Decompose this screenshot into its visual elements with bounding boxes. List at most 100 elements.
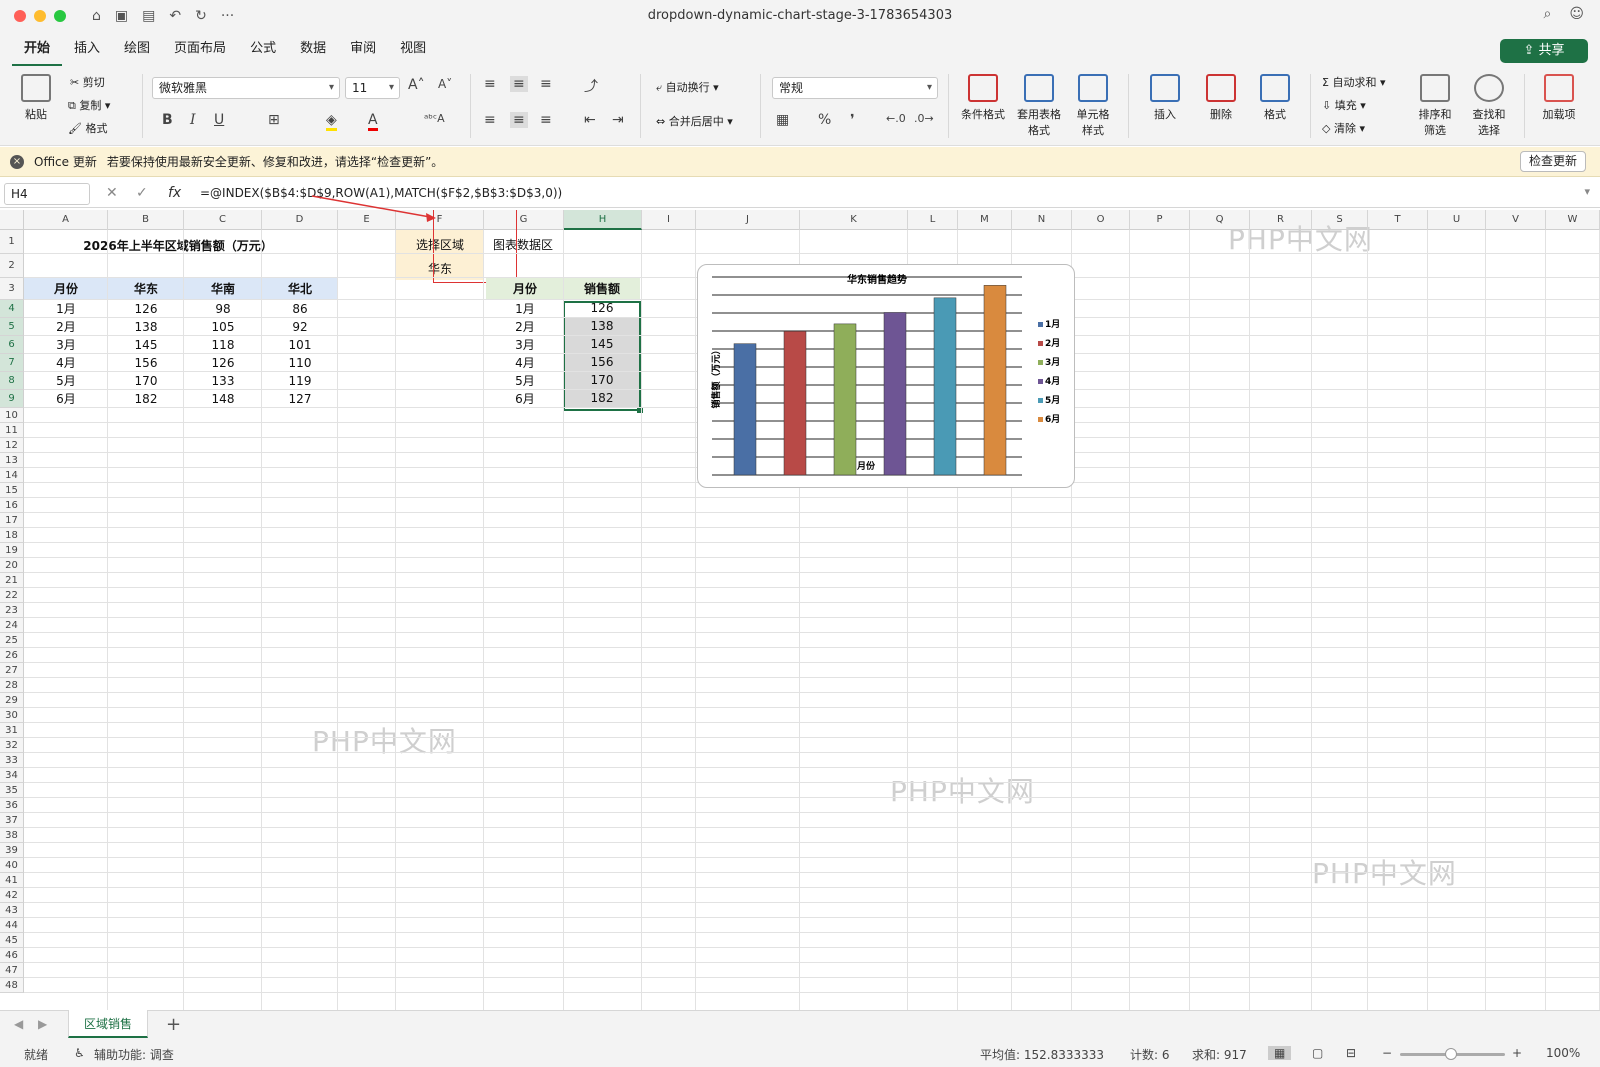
cell-north[interactable]: 101 — [262, 336, 338, 354]
column-header-b[interactable]: B — [108, 210, 184, 230]
font-size-select[interactable]: 11 ▾ — [345, 77, 400, 99]
percent-button[interactable]: % — [818, 112, 831, 128]
chart-cell-month[interactable]: 3月 — [486, 336, 564, 354]
enter-icon[interactable]: ✓ — [136, 185, 148, 201]
row-header-35[interactable]: 35 — [0, 783, 24, 798]
cell-east[interactable]: 138 — [108, 318, 184, 336]
home-icon[interactable]: ⌂ — [92, 8, 101, 24]
row-header-24[interactable]: 24 — [0, 618, 24, 633]
row-header-15[interactable]: 15 — [0, 483, 24, 498]
row-header-22[interactable]: 22 — [0, 588, 24, 603]
column-header-l[interactable]: L — [908, 210, 958, 230]
row-header-33[interactable]: 33 — [0, 753, 24, 768]
tab-view[interactable]: 视图 — [388, 32, 438, 66]
row-header-41[interactable]: 41 — [0, 873, 24, 888]
tab-draw[interactable]: 绘图 — [112, 32, 162, 66]
header-north[interactable]: 华北 — [262, 278, 338, 300]
row-header-34[interactable]: 34 — [0, 768, 24, 783]
increase-decimal-icon[interactable]: ←.0 — [886, 112, 906, 125]
phonetic-icon[interactable]: ᵃᵇᶜA — [424, 112, 445, 125]
row-header-11[interactable]: 11 — [0, 423, 24, 438]
cell-east[interactable]: 156 — [108, 354, 184, 372]
row-header-44[interactable]: 44 — [0, 918, 24, 933]
row-header-20[interactable]: 20 — [0, 558, 24, 573]
chart-cell-sales[interactable]: 138 — [565, 318, 639, 335]
cell-east[interactable]: 170 — [108, 372, 184, 390]
bold-button[interactable]: B — [162, 112, 173, 128]
row-header-45[interactable]: 45 — [0, 933, 24, 948]
row-header-3[interactable]: 3 — [0, 278, 24, 300]
row-header-6[interactable]: 6 — [0, 336, 24, 354]
tab-insert[interactable]: 插入 — [62, 32, 112, 66]
zoom-out-icon[interactable]: − — [1382, 1046, 1392, 1060]
chart-cell-month[interactable]: 6月 — [486, 390, 564, 408]
save-icon[interactable]: ▣ — [115, 8, 128, 24]
chart-header-sales[interactable]: 销售额 — [564, 278, 640, 300]
increase-font-icon[interactable]: A˄ — [408, 77, 425, 93]
select-all-corner[interactable] — [0, 210, 24, 230]
chart-cell-sales[interactable]: 170 — [565, 372, 639, 389]
share-button[interactable]: ⇪ 共享 — [1500, 39, 1588, 63]
cell-month[interactable]: 2月 — [24, 318, 108, 336]
accessibility-icon[interactable]: ♿ — [74, 1046, 85, 1060]
align-right-icon[interactable]: ≡ — [540, 112, 552, 128]
underline-button[interactable]: U — [214, 112, 224, 128]
expand-formula-icon[interactable]: ▾ — [1584, 185, 1590, 198]
tab-home[interactable]: 开始 — [12, 32, 63, 66]
number-format-select[interactable]: 常规 ▾ — [772, 77, 938, 99]
cell-north[interactable]: 110 — [262, 354, 338, 372]
header-south[interactable]: 华南 — [184, 278, 262, 300]
conditional-format-button[interactable]: 条件格式 — [958, 74, 1008, 122]
format-table-button[interactable]: 套用表格 格式 — [1014, 74, 1064, 138]
row-header-21[interactable]: 21 — [0, 573, 24, 588]
italic-button[interactable]: I — [190, 112, 196, 128]
row-header-19[interactable]: 19 — [0, 543, 24, 558]
zoom-slider-handle[interactable] — [1445, 1048, 1457, 1060]
column-header-j[interactable]: J — [696, 210, 800, 230]
chart-cell-month[interactable]: 4月 — [486, 354, 564, 372]
row-header-46[interactable]: 46 — [0, 948, 24, 963]
column-header-a[interactable]: A — [24, 210, 108, 230]
column-header-k[interactable]: K — [800, 210, 908, 230]
save-as-icon[interactable]: ▤ — [142, 8, 155, 24]
row-header-27[interactable]: 27 — [0, 663, 24, 678]
row-header-5[interactable]: 5 — [0, 318, 24, 336]
name-box[interactable]: H4 — [4, 183, 90, 205]
bar-chart[interactable]: 华东销售趋势 月份 销售额（万元） 1月 2月 3月 4月 5月 6月 — [697, 264, 1075, 488]
tab-page-layout[interactable]: 页面布局 — [162, 32, 238, 66]
copy-button[interactable]: ⧉ 复制 ▾ — [68, 97, 110, 113]
cell-month[interactable]: 3月 — [24, 336, 108, 354]
paste-button[interactable]: 粘贴 — [14, 74, 58, 122]
row-header-2[interactable]: 2 — [0, 254, 24, 278]
row-header-32[interactable]: 32 — [0, 738, 24, 753]
currency-icon[interactable]: ▦ — [776, 112, 789, 128]
row-header-1[interactable]: 1 — [0, 230, 24, 254]
column-header-e[interactable]: E — [338, 210, 396, 230]
tab-review[interactable]: 审阅 — [338, 32, 388, 66]
chart-cell-sales[interactable]: 156 — [565, 354, 639, 371]
font-name-select[interactable]: 微软雅黑 ▾ — [152, 77, 340, 99]
cell-north[interactable]: 119 — [262, 372, 338, 390]
decrease-decimal-icon[interactable]: .0→ — [914, 112, 934, 125]
column-header-d[interactable]: D — [262, 210, 338, 230]
normal-view-icon[interactable]: ▦ — [1268, 1046, 1292, 1060]
delete-cells-button[interactable]: 删除 — [1196, 74, 1246, 122]
format-cells-button[interactable]: 格式 — [1250, 74, 1300, 122]
align-left-icon[interactable]: ≡ — [484, 112, 496, 128]
cut-button[interactable]: ✂ 剪切 — [70, 74, 105, 90]
row-header-12[interactable]: 12 — [0, 438, 24, 453]
column-header-h[interactable]: H — [564, 210, 642, 230]
decrease-font-icon[interactable]: A˅ — [438, 77, 452, 91]
row-header-10[interactable]: 10 — [0, 408, 24, 423]
page-break-icon[interactable]: ⊟ — [1346, 1046, 1356, 1060]
row-header-16[interactable]: 16 — [0, 498, 24, 513]
cell-month[interactable]: 5月 — [24, 372, 108, 390]
row-header-39[interactable]: 39 — [0, 843, 24, 858]
row-header-43[interactable]: 43 — [0, 903, 24, 918]
row-header-38[interactable]: 38 — [0, 828, 24, 843]
page-layout-icon[interactable]: ▢ — [1312, 1046, 1323, 1060]
column-header-p[interactable]: P — [1130, 210, 1190, 230]
chart-cell-sales[interactable]: 182 — [565, 390, 639, 407]
row-header-23[interactable]: 23 — [0, 603, 24, 618]
row-header-13[interactable]: 13 — [0, 453, 24, 468]
